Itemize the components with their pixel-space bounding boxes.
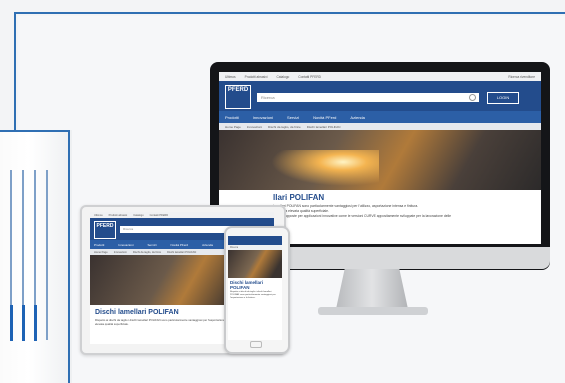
body-line: llamate apposte per applicazioni innovat… xyxy=(273,214,452,218)
main-nav: Prodotti Innovazioni Servizi Novità PFer… xyxy=(219,111,541,123)
search-input[interactable]: Ricerca xyxy=(257,93,479,102)
topbar-link[interactable]: Catalogo xyxy=(277,75,290,79)
accent-frame-book-top xyxy=(0,130,70,132)
nav-item-innovazioni[interactable]: Innovazioni xyxy=(253,115,273,120)
book-accent xyxy=(22,305,25,341)
breadcrumb: Home Page Innovazioni Dischi da taglio, … xyxy=(219,123,541,130)
topbar-link[interactable]: Catalogo xyxy=(133,214,143,217)
book-accent xyxy=(10,305,13,341)
page-title: llari POLIFAN xyxy=(273,193,325,202)
accent-frame-top xyxy=(14,12,565,14)
breadcrumb-item[interactable]: Innovazioni xyxy=(247,125,262,129)
pferd-logo[interactable]: PFERD xyxy=(225,85,251,109)
topbar-link[interactable]: Ultimos xyxy=(94,214,103,217)
dealer-search-link[interactable]: Ricerca rivenditore xyxy=(508,75,535,79)
breadcrumb-item: Dischi lamellari POLIFAN xyxy=(306,124,341,129)
desktop-header: PFERD Ricerca LOGIN xyxy=(219,81,541,111)
breadcrumb-item[interactable]: Innovazioni xyxy=(114,251,127,254)
grinding-sparks xyxy=(259,150,379,190)
search-input[interactable]: Ricerca xyxy=(120,226,240,233)
desktop-topbar: Ultimos Prodotti abrasivi Catalogo Conta… xyxy=(219,72,541,81)
page-title: Dischi lamellari POLIFAN xyxy=(230,280,264,290)
nav-item-servizi[interactable]: Servizi xyxy=(148,243,157,247)
breadcrumb-item[interactable]: Dischi da taglio, da finire xyxy=(268,125,301,129)
nav-item-azienda[interactable]: Azienda xyxy=(202,243,213,247)
phone-screen: Ricerca Dischi lamellari POLIFAN Rispett… xyxy=(228,236,282,340)
topbar-link[interactable]: Prodotti abrasivi xyxy=(109,214,128,217)
hero-image xyxy=(228,250,282,278)
breadcrumb-item[interactable]: Home Page xyxy=(225,125,241,129)
book-accent xyxy=(34,305,37,341)
phone-header xyxy=(228,236,282,245)
accent-frame-book-right xyxy=(68,130,70,383)
search-placeholder: Ricerca xyxy=(261,95,275,100)
nav-item-novita[interactable]: Novità PFerd xyxy=(171,243,189,247)
topbar-link[interactable]: Contatti PFERD xyxy=(298,75,321,79)
accent-frame-left xyxy=(14,12,16,130)
topbar-link[interactable]: Prodotti abrasivi xyxy=(245,75,268,79)
breadcrumb-item: Dischi lamellari POLIFAN xyxy=(167,250,197,254)
hero-image xyxy=(219,130,541,190)
catalog-book xyxy=(0,130,72,383)
page-body: Rispetto ai dischi da taglio i dischi la… xyxy=(230,291,276,299)
topbar-link[interactable]: Contatti PFERD xyxy=(150,214,168,217)
book-page-edge xyxy=(46,170,48,340)
monitor-stand xyxy=(336,269,408,309)
nav-item-novita[interactable]: Novità PFerd xyxy=(313,115,336,120)
nav-item-azienda[interactable]: Azienda xyxy=(350,115,364,120)
search-icon[interactable] xyxy=(469,94,476,101)
nav-item-prodotti[interactable]: Prodotti xyxy=(94,243,104,247)
nav-item-innovazioni[interactable]: Innovazioni xyxy=(118,243,133,247)
phone-home-button[interactable] xyxy=(250,341,262,348)
nav-item-servizi[interactable]: Servizi xyxy=(287,115,299,120)
breadcrumb-item[interactable]: Home Page xyxy=(94,251,108,254)
breadcrumb-item[interactable]: Dischi da taglio, da finire xyxy=(133,251,161,254)
login-button[interactable]: LOGIN xyxy=(487,92,519,104)
topbar-link[interactable]: Ultimos xyxy=(225,75,236,79)
pferd-logo[interactable]: PFERD xyxy=(94,221,116,239)
nav-item-prodotti[interactable]: Prodotti xyxy=(225,115,239,120)
monitor-stand-base xyxy=(318,307,428,315)
